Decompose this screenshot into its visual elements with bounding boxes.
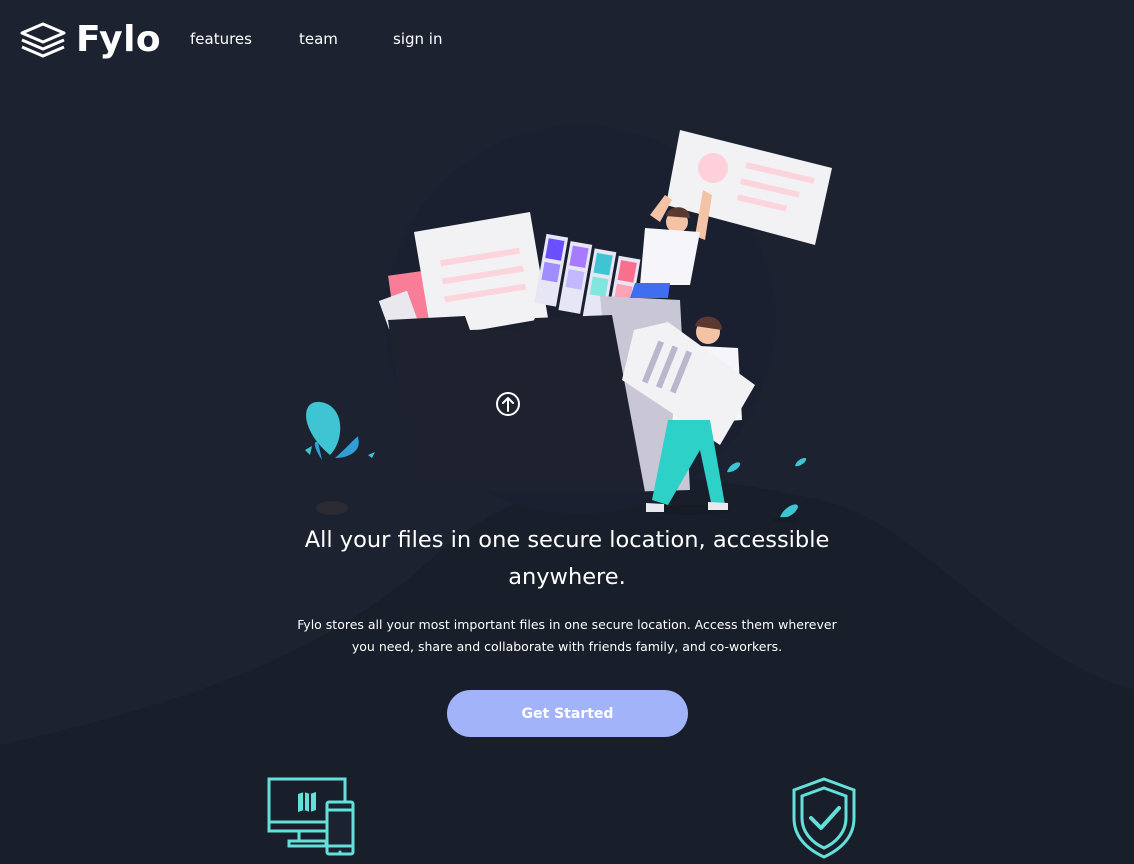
get-started-button[interactable]: Get Started: [447, 690, 688, 737]
nav-link-sign-in[interactable]: sign in: [393, 30, 442, 48]
site-header: Fylo features team sign in: [0, 0, 1134, 80]
nav-link-features[interactable]: features: [190, 30, 252, 48]
layers-logo-icon: [20, 22, 66, 58]
brand-logo[interactable]: Fylo: [20, 20, 161, 60]
nav-link-team[interactable]: team: [299, 30, 338, 48]
brand-name: Fylo: [76, 19, 162, 60]
hero-description: Fylo stores all your most important file…: [297, 617, 837, 654]
shield-check-icon: [792, 777, 856, 859]
hero-headline: All your files in one secure location, a…: [304, 527, 830, 590]
devices-icon: [267, 777, 355, 856]
hero-illustration: [305, 130, 832, 523]
